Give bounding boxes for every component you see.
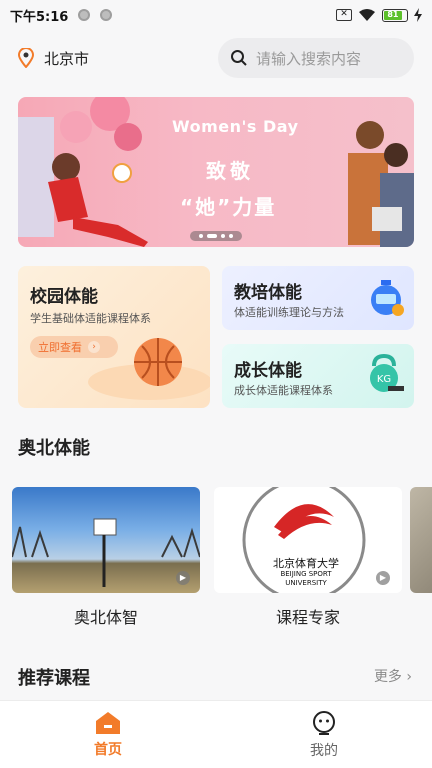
location-pin-icon	[18, 48, 34, 68]
bottom-tab-bar: 首页 我的	[0, 700, 432, 768]
chevron-right-icon: ›	[406, 669, 412, 685]
banner-pager[interactable]	[190, 231, 242, 241]
video-thumbnail-partial[interactable]	[410, 487, 432, 593]
section-title-aobei: 奥北体能	[18, 438, 90, 459]
video-thumbnail-aobei[interactable]: ▶	[12, 487, 200, 593]
charging-icon	[414, 8, 422, 22]
section-title-recommend: 推荐课程	[18, 668, 90, 689]
logo-text-en: BEIJING SPORT	[280, 570, 332, 578]
promo-banner[interactable]: Women's Day 致敬 “她”力量	[18, 97, 414, 247]
banner-headline-en: Women's Day	[172, 117, 299, 136]
tab-home[interactable]: 首页	[0, 701, 216, 768]
pager-dot-active	[207, 234, 217, 238]
video-thumbnail-expert[interactable]: 北京体育大学 BEIJING SPORT UNIVERSITY ▶	[214, 487, 402, 593]
video-caption: 奥北体智	[73, 608, 138, 627]
top-header: 北京市 请输入搜索内容	[0, 36, 432, 80]
notification-dot-icon	[100, 9, 113, 21]
logo-text-cn: 北京体育大学	[273, 557, 339, 570]
search-input[interactable]: 请输入搜索内容	[218, 38, 414, 78]
home-icon	[96, 711, 120, 734]
basketball-icon	[88, 338, 210, 400]
tab-label: 我的	[310, 742, 338, 759]
pager-dot	[221, 234, 225, 238]
card-subtitle: 体适能训练理论与方法	[234, 306, 344, 319]
search-placeholder: 请输入搜索内容	[256, 49, 362, 68]
card-title: 教培体能	[234, 283, 302, 303]
location-label: 北京市	[44, 49, 90, 68]
pager-dot	[229, 234, 233, 238]
svg-text:KG: KG	[377, 374, 391, 385]
basketball-hoop-image	[12, 518, 200, 587]
kettlebell-icon: KG	[370, 354, 404, 392]
logo-text-en: UNIVERSITY	[285, 579, 327, 587]
user-icon	[313, 710, 335, 735]
notification-dot-icon	[78, 9, 91, 21]
wifi-icon	[359, 9, 375, 21]
card-title: 成长体能	[234, 361, 302, 381]
pager-dot	[199, 234, 203, 238]
battery-icon: 81	[382, 8, 408, 22]
banner-headline-2: “她”力量	[180, 195, 277, 219]
card-growth-fitness[interactable]: 成长体能 成长体适能课程体系 KG	[222, 344, 414, 408]
card-campus-fitness[interactable]: 校园体能 学生基础体适能课程体系 立即查看 ›	[18, 266, 210, 408]
card-training-fitness[interactable]: 教培体能 体适能训练理论与方法	[222, 266, 414, 330]
play-icon[interactable]: ▶	[376, 571, 390, 585]
more-link[interactable]: 更多 ›	[374, 666, 412, 686]
stopwatch-icon	[371, 280, 404, 316]
no-sim-icon: ✕	[336, 9, 352, 21]
play-icon[interactable]: ▶	[176, 571, 190, 585]
banner-headline-1: 致敬	[206, 159, 254, 183]
status-bar: 下午5:16 ✕ 81	[0, 0, 432, 30]
tab-mine[interactable]: 我的	[216, 701, 432, 768]
location-selector[interactable]: 北京市	[18, 48, 89, 69]
video-caption: 课程专家	[275, 608, 340, 627]
search-icon	[231, 50, 247, 66]
tab-label: 首页	[94, 741, 122, 758]
status-time: 下午5:16	[10, 9, 69, 25]
card-subtitle: 成长体适能课程体系	[234, 384, 333, 397]
